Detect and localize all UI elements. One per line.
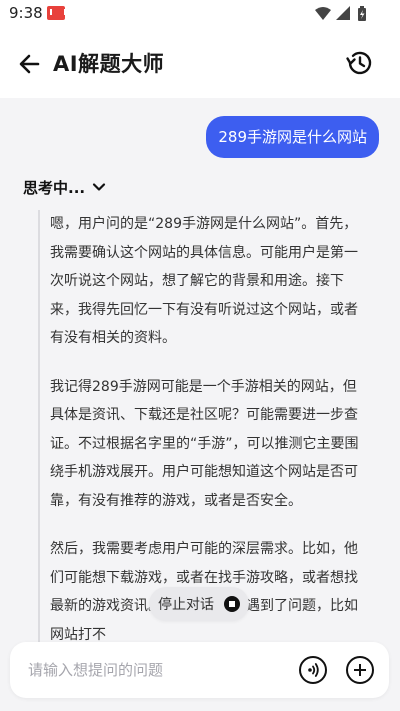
- input-bar: [10, 642, 389, 698]
- history-button[interactable]: [344, 48, 374, 78]
- stop-chat-label: 停止对话: [158, 597, 214, 613]
- thinking-label: 思考中...: [23, 178, 86, 197]
- status-icons: [314, 5, 374, 23]
- thinking-paragraph: 嗯，用户问的是“289手游网是什么网站”。首先，我需要确认这个网站的具体信息。可…: [50, 216, 358, 346]
- status-bar: 9:38: [0, 0, 400, 28]
- history-icon: [346, 51, 372, 75]
- voice-icon: [308, 663, 319, 677]
- signal-icon: [336, 6, 350, 20]
- wifi-icon: [315, 7, 331, 20]
- chevron-down-icon: [93, 183, 106, 191]
- add-button[interactable]: [346, 656, 374, 684]
- app-notification-icon: [47, 6, 66, 20]
- stop-icon: [224, 596, 240, 612]
- thinking-content: 嗯，用户问的是“289手游网是什么网站”。首先，我需要确认这个网站的具体信息。可…: [38, 210, 372, 650]
- thinking-paragraph: 我记得289手游网可能是一个手游相关的网站，但具体是资讯、下载还是社区呢？可能需…: [50, 378, 359, 509]
- question-input[interactable]: [28, 642, 278, 698]
- status-time: 9:38: [9, 4, 43, 22]
- thinking-toggle[interactable]: 思考中...: [23, 176, 107, 198]
- user-message-bubble: 289手游网是什么网站: [206, 116, 379, 158]
- back-arrow-icon: [19, 54, 40, 74]
- stop-chat-button[interactable]: 停止对话: [149, 587, 249, 621]
- top-bar: AI解题大师: [0, 28, 400, 98]
- back-button[interactable]: [16, 50, 44, 78]
- battery-icon: [358, 6, 366, 21]
- page-title: AI解题大师: [53, 52, 165, 76]
- voice-button[interactable]: [299, 656, 327, 684]
